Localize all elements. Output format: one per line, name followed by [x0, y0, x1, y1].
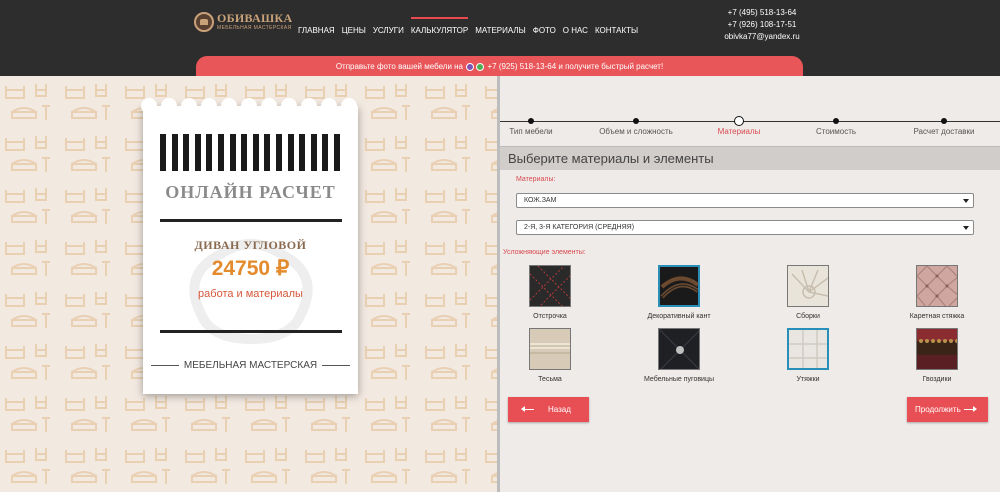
section-title: Выберите материалы и элементы — [508, 151, 714, 166]
banner-text-before: Отправьте фото вашей мебели на — [335, 62, 463, 71]
back-button-label: Назад — [548, 405, 571, 414]
receipt-divider-top — [160, 219, 342, 222]
receipt-footer-text: МЕБЕЛЬНАЯ МАСТЕРСКАЯ — [183, 360, 318, 371]
element-label: Сборки — [796, 313, 820, 320]
receipt-title: ОНЛАЙН РАСЧЕТ — [165, 182, 336, 202]
nav-services[interactable]: УСЛУГИ — [373, 17, 404, 45]
element-carriage-tufting[interactable]: Каретная стяжка — [882, 265, 992, 320]
section-header: Выберите материалы и элементы — [500, 146, 1000, 170]
receipt-panel: ОНЛАЙН РАСЧЕТ ДИВАН УГЛОВОЙ 24750 ₽ рабо… — [0, 76, 498, 492]
nav-about[interactable]: О НАС — [563, 17, 588, 45]
step-dot — [633, 118, 639, 124]
nav-materials[interactable]: МАТЕРИАЛЫ — [475, 17, 526, 45]
main-nav: ГЛАВНАЯ ЦЕНЫ УСЛУГИ КАЛЬКУЛЯТОР МАТЕРИАЛ… — [298, 17, 645, 45]
arrow-right-icon — [964, 406, 977, 412]
element-braid[interactable]: Тесьма — [495, 328, 605, 383]
element-buttons[interactable]: Мебельные пуговицы — [624, 328, 734, 383]
materials-label: Материалы: — [516, 176, 556, 183]
online-estimate-receipt: ОНЛАЙН РАСЧЕТ ДИВАН УГЛОВОЙ 24750 ₽ рабо… — [141, 98, 358, 394]
banner-text-after[interactable]: +7 (925) 518-13-64 и получите быстрый ра… — [487, 62, 663, 71]
logo-subtitle: МЕБЕЛЬНАЯ МАСТЕРСКАЯ — [217, 25, 292, 31]
quick-estimate-banner: Отправьте фото вашей мебели на +7 (925) … — [196, 56, 803, 78]
material-select[interactable]: КОЖ.ЗАМ — [516, 193, 974, 208]
element-label: Декоративный кант — [647, 313, 711, 320]
element-label: Тесьма — [538, 376, 562, 383]
step-dot-current — [734, 116, 744, 126]
element-piping[interactable]: Декоративный кант — [624, 265, 734, 320]
element-gathers[interactable]: Сборки — [753, 265, 863, 320]
step-label: Расчет доставки — [913, 127, 975, 136]
arrow-left-icon — [521, 406, 534, 412]
step-dot — [528, 118, 534, 124]
phone-link-2[interactable]: +7 (926) 108-17-51 — [716, 19, 808, 31]
step-label: Стоимость — [815, 127, 857, 136]
element-label: Каретная стяжка — [909, 313, 965, 320]
element-stitching[interactable]: Отстрочка — [495, 265, 605, 320]
chevron-down-icon — [963, 199, 969, 203]
next-button[interactable]: Продолжить — [907, 397, 988, 422]
piping-icon — [658, 265, 700, 307]
element-label: Гвоздики — [922, 376, 952, 383]
step-label: Тип мебели — [509, 127, 553, 136]
element-nails[interactable]: Гвоздики — [882, 328, 992, 383]
material-select-value: КОЖ.ЗАМ — [524, 197, 557, 204]
receipt-footer: МЕБЕЛЬНАЯ МАСТЕРСКАЯ — [151, 360, 351, 371]
stitching-icon — [529, 265, 571, 307]
nav-home[interactable]: ГЛАВНАЯ — [298, 17, 335, 45]
step-label: Материалы — [717, 127, 761, 136]
receipt-scalloped-edge — [141, 98, 357, 114]
receipt-item: ДИВАН УГЛОВОЙ — [194, 238, 307, 252]
next-button-label: Продолжить — [915, 405, 961, 414]
ties-icon — [787, 328, 829, 370]
receipt-note: работа и материалы — [198, 288, 303, 300]
armchair-logo-icon — [194, 12, 214, 32]
category-select-value: 2-Я, 3-Я КАТЕГОРИЯ (СРЕДНЯЯ) — [524, 224, 635, 231]
nav-contacts[interactable]: КОНТАКТЫ — [595, 17, 638, 45]
element-label: Мебельные пуговицы — [643, 376, 715, 383]
whatsapp-icon — [476, 62, 485, 71]
logo[interactable]: ОБИВАШКА МЕБЕЛЬНАЯ МАСТЕРСКАЯ — [194, 12, 292, 32]
email-link[interactable]: obivka77@yandex.ru — [716, 31, 808, 43]
gathers-icon — [787, 265, 829, 307]
elements-label: Усложняющие элементы: — [503, 249, 586, 256]
furniture-button-icon — [658, 328, 700, 370]
receipt-divider-bottom — [160, 330, 342, 333]
header-contacts: +7 (495) 518-13-64 +7 (926) 108-17-51 ob… — [716, 7, 808, 43]
logo-title: ОБИВАШКА — [217, 11, 293, 25]
steps-track — [500, 121, 1000, 122]
braid-icon — [529, 328, 571, 370]
chevron-down-icon — [963, 226, 969, 230]
category-select[interactable]: 2-Я, 3-Я КАТЕГОРИЯ (СРЕДНЯЯ) — [516, 220, 974, 235]
nails-icon — [916, 328, 958, 370]
element-ties[interactable]: Утяжки — [753, 328, 863, 383]
carriage-tufting-icon — [916, 265, 958, 307]
viber-icon — [466, 62, 475, 71]
step-dot — [833, 118, 839, 124]
receipt-price: 24750 ₽ — [211, 257, 290, 280]
nav-photo[interactable]: ФОТО — [533, 17, 556, 45]
nav-prices[interactable]: ЦЕНЫ — [342, 17, 366, 45]
element-label: Утяжки — [796, 376, 820, 383]
back-button[interactable]: Назад — [508, 397, 589, 422]
step-label: Объем и сложность — [599, 127, 673, 136]
step-dot — [941, 118, 947, 124]
nav-calculator[interactable]: КАЛЬКУЛЯТОР — [410, 17, 469, 45]
phone-link-1[interactable]: +7 (495) 518-13-64 — [716, 7, 808, 19]
element-label: Отстрочка — [533, 313, 567, 320]
banner-text: Отправьте фото вашей мебели на +7 (925) … — [336, 62, 663, 71]
barcode — [160, 134, 340, 171]
